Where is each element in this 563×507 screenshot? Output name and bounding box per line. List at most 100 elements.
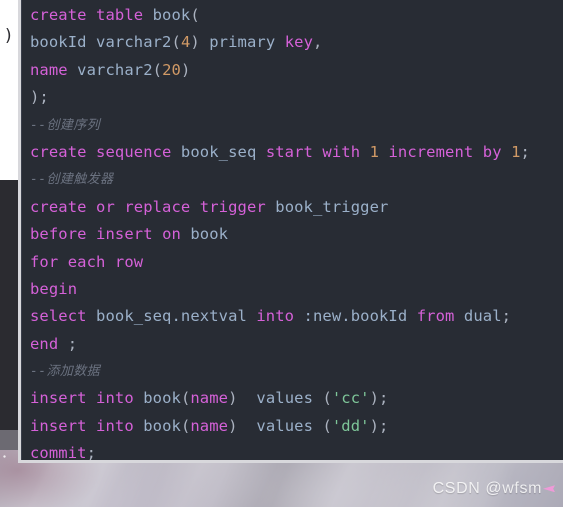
code-line[interactable]: end ; xyxy=(30,331,563,358)
code-line[interactable]: create or replace trigger book_trigger xyxy=(30,194,563,221)
token-keyword: insert xyxy=(96,225,163,244)
code-comment-line[interactable]: --创建触发器 xyxy=(30,166,563,193)
code-line[interactable]: name varchar2(20) xyxy=(30,57,563,84)
token-punctuation: ) xyxy=(180,60,191,79)
token-identifier: :new.bookId xyxy=(303,307,417,326)
background-window-left-dark xyxy=(0,180,18,430)
token-punctuation: ; xyxy=(501,307,512,326)
token-punctuation: ; xyxy=(67,334,78,353)
token-keyword: name xyxy=(30,60,78,79)
token-identifier: varchar2 xyxy=(77,60,153,79)
code-comment-line[interactable]: --添加数据 xyxy=(30,358,563,385)
token-keyword: replace xyxy=(124,197,200,216)
code-editor-content[interactable]: create table book( bookId varchar2(4) pr… xyxy=(30,2,563,460)
code-line[interactable]: bookId varchar2(4) primary key, xyxy=(30,29,563,56)
token-punctuation: ; xyxy=(86,444,97,463)
watermark-ribbon-icon xyxy=(543,485,555,493)
token-keyword: begin xyxy=(30,279,78,298)
code-line[interactable]: for each row xyxy=(30,249,563,276)
token-number: 1 xyxy=(369,142,389,161)
token-string: 'cc' xyxy=(331,389,370,408)
token-keyword: key xyxy=(284,33,314,52)
code-line[interactable]: begin xyxy=(30,276,563,303)
code-line[interactable]: before insert on book xyxy=(30,221,563,248)
token-keyword: each xyxy=(67,252,115,271)
token-keyword: name xyxy=(190,416,229,435)
code-line[interactable]: commit; xyxy=(30,440,563,463)
token-punctuation: ) xyxy=(369,416,380,435)
token-number: 20 xyxy=(162,60,181,79)
token-identifier: book xyxy=(143,389,181,408)
token-punctuation: ( xyxy=(190,6,200,24)
code-line[interactable]: create sequence book_seq start with 1 in… xyxy=(30,139,563,166)
token-punctuation: ) xyxy=(369,389,380,408)
token-identifier: book xyxy=(190,225,229,244)
token-keyword: with xyxy=(322,142,370,161)
token-keyword: row xyxy=(114,252,144,271)
token-keyword: by xyxy=(482,142,512,161)
token-keyword: create xyxy=(30,6,97,24)
token-keyword: into xyxy=(256,307,304,326)
token-keyword: insert xyxy=(30,389,97,408)
token-keyword: into xyxy=(96,389,144,408)
token-punctuation: ; xyxy=(379,416,389,435)
watermark-text: CSDN @wfsm xyxy=(432,480,542,497)
token-punctuation: ( xyxy=(180,416,191,435)
screen: ) create table book( bookId varchar2(4) … xyxy=(0,0,563,507)
code-line[interactable]: insert into book(name) values ('cc'); xyxy=(30,385,563,412)
token-punctuation: ; xyxy=(520,142,530,161)
token-keyword: insert xyxy=(30,416,97,435)
token-punctuation: ; xyxy=(379,389,389,408)
token-punctuation: ); xyxy=(30,88,49,107)
token-identifier: bookId xyxy=(30,33,97,52)
token-identifier: values xyxy=(256,416,323,435)
token-punctuation: ) xyxy=(228,416,257,435)
token-identifier: book_trigger xyxy=(275,197,389,216)
token-keyword: from xyxy=(416,307,464,326)
token-keyword: start xyxy=(265,142,323,161)
code-line[interactable]: create table book( xyxy=(30,2,563,29)
token-identifier: book_seq.nextval xyxy=(96,307,257,326)
token-keyword: on xyxy=(162,225,191,244)
token-keyword: commit xyxy=(30,444,87,463)
token-identifier: dual xyxy=(463,307,502,326)
token-punctuation: ( xyxy=(322,416,332,435)
token-keyword: table xyxy=(96,6,153,24)
token-keyword: before xyxy=(30,225,97,244)
code-line[interactable]: select book_seq.nextval into :new.bookId… xyxy=(30,303,563,330)
token-keyword: trigger xyxy=(199,197,276,216)
token-punctuation: ) xyxy=(228,389,257,408)
token-keyword: select xyxy=(30,307,97,326)
token-identifier: book xyxy=(143,416,181,435)
token-keyword: increment xyxy=(388,142,483,161)
token-string: 'dd' xyxy=(331,416,370,435)
token-identifier: book xyxy=(152,6,191,24)
code-editor-panel[interactable]: create table book( bookId varchar2(4) pr… xyxy=(18,0,563,463)
token-punctuation: ( xyxy=(171,33,181,52)
token-keyword: into xyxy=(96,416,144,435)
token-keyword: create xyxy=(30,197,97,216)
token-punctuation: ( xyxy=(322,389,332,408)
token-punctuation: ) xyxy=(190,33,210,52)
code-line[interactable]: ); xyxy=(30,84,563,111)
token-identifier: values xyxy=(256,389,323,408)
token-keyword: for xyxy=(30,252,68,271)
token-keyword: create xyxy=(30,142,97,161)
token-identifier: primary xyxy=(209,33,285,52)
token-punctuation: , xyxy=(313,33,323,52)
background-window-left-shadow xyxy=(0,430,18,450)
token-identifier: book_seq xyxy=(180,142,266,161)
token-keyword: or xyxy=(96,197,125,216)
csdn-watermark: CSDN @wfsm xyxy=(433,480,555,498)
token-keyword: name xyxy=(190,389,229,408)
code-comment-line[interactable]: --创建序列 xyxy=(30,112,563,139)
background-window-glyph: ) xyxy=(5,26,15,46)
token-keyword: end xyxy=(30,334,68,353)
token-identifier: varchar2 xyxy=(96,33,172,52)
token-keyword: sequence xyxy=(96,142,181,161)
code-line[interactable]: insert into book(name) values ('dd'); xyxy=(30,413,563,440)
token-punctuation: ( xyxy=(152,60,163,79)
token-punctuation: ( xyxy=(180,389,191,408)
token-number: 4 xyxy=(180,33,191,52)
token-number: 1 xyxy=(511,142,521,161)
